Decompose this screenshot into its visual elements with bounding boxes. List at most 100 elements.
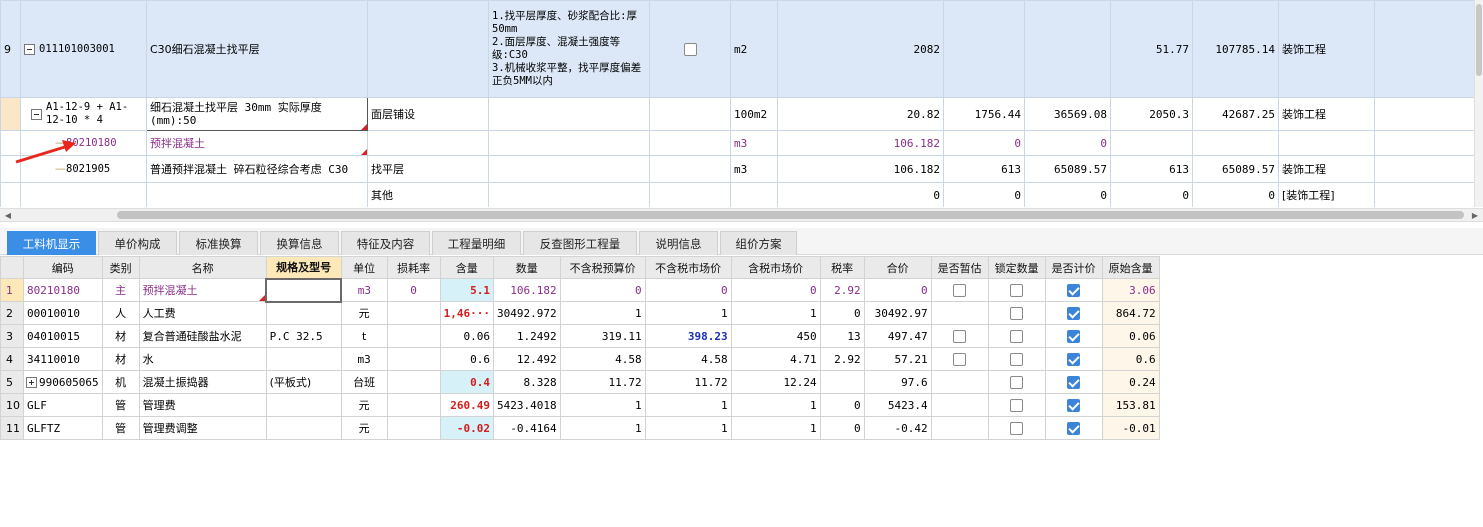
resource-name[interactable]: 复合普通硅酸盐水泥 bbox=[138, 324, 267, 348]
quota-code-cell[interactable]: A1-12-9 + A1-12-10 * 4 bbox=[20, 97, 147, 131]
checkbox-checked-icon[interactable] bbox=[1067, 421, 1081, 435]
priced-checkbox-cell[interactable] bbox=[1044, 278, 1103, 302]
item-checkbox-cell[interactable] bbox=[649, 0, 731, 98]
table-row[interactable]: 9 011101003001 C30细石混凝土找平层 1.找平层厚度、砂浆配合比… bbox=[0, 0, 1475, 98]
resource-tax-rate[interactable]: 13 bbox=[819, 324, 865, 348]
checkbox-icon[interactable] bbox=[1010, 398, 1024, 412]
resource-tax-rate[interactable]: 0 bbox=[819, 301, 865, 325]
resource-spec[interactable] bbox=[265, 301, 342, 325]
table-row[interactable]: A1-12-9 + A1-12-10 * 4 细石混凝土找平层 30mm 实际厚… bbox=[0, 97, 1475, 131]
quota-quantity[interactable]: 20.82 bbox=[777, 97, 944, 131]
priced-checkbox-cell[interactable] bbox=[1044, 301, 1103, 325]
tab-description-info[interactable]: 说明信息 bbox=[639, 231, 718, 255]
checkbox-checked-icon[interactable] bbox=[1067, 306, 1081, 320]
tab-labor-material-machine[interactable]: 工料机显示 bbox=[7, 231, 96, 255]
table-row[interactable]: 其他 0 0 0 0 0 [装饰工程] bbox=[0, 182, 1475, 207]
checkbox-icon[interactable] bbox=[1010, 329, 1024, 343]
resource-loss[interactable] bbox=[386, 324, 441, 348]
table-row[interactable]: —80210180 预拌混凝土 m3 106.182 0 0 bbox=[0, 130, 1475, 156]
resource-loss[interactable]: 0 bbox=[386, 278, 441, 302]
column-header[interactable]: 合价 bbox=[863, 256, 932, 279]
scroll-left-icon[interactable]: ◀ bbox=[2, 210, 14, 221]
column-header[interactable]: 原始含量 bbox=[1101, 256, 1160, 279]
collapse-icon[interactable] bbox=[24, 43, 35, 55]
tab-pricing-scheme[interactable]: 组价方案 bbox=[720, 231, 797, 255]
table-row[interactable]: 3 04010015 材 复合普通硅酸盐水泥 P.C 32.5 t 0.06 1… bbox=[0, 324, 1160, 348]
concrete-code-cell[interactable]: —8021905 bbox=[20, 155, 147, 183]
estimate-checkbox-cell[interactable] bbox=[930, 324, 989, 348]
resource-content[interactable]: -0.02 bbox=[439, 416, 494, 440]
other-spec[interactable]: 其他 bbox=[367, 182, 489, 207]
material-name[interactable]: 预拌混凝土 bbox=[146, 130, 368, 156]
resource-tax-rate[interactable]: 2.92 bbox=[819, 347, 865, 371]
horizontal-scrollbar[interactable]: ◀ ▶ bbox=[0, 208, 1483, 222]
concrete-spec[interactable]: 找平层 bbox=[367, 155, 489, 183]
checkbox-checked-icon[interactable] bbox=[1067, 375, 1081, 389]
resource-market-price[interactable]: 1 bbox=[644, 393, 732, 417]
item-name[interactable]: C30细石混凝土找平层 bbox=[146, 0, 368, 98]
scrollbar-thumb[interactable] bbox=[1476, 4, 1482, 76]
priced-checkbox-cell[interactable] bbox=[1044, 416, 1103, 440]
priced-checkbox-cell[interactable] bbox=[1044, 393, 1103, 417]
resource-name[interactable]: 水 bbox=[138, 347, 267, 371]
concrete-name[interactable]: 普通预拌混凝土 碎石粒径综合考虑 C30 bbox=[146, 155, 368, 183]
lock-checkbox-cell[interactable] bbox=[987, 278, 1046, 302]
column-header[interactable]: 编码 bbox=[23, 256, 103, 279]
checkbox-icon[interactable] bbox=[953, 329, 967, 343]
resource-market-price[interactable]: 0 bbox=[644, 278, 732, 302]
resource-tax-market-price[interactable]: 4.71 bbox=[730, 347, 821, 371]
column-header[interactable]: 是否计价 bbox=[1044, 256, 1103, 279]
resource-code-cell[interactable]: 990605065 bbox=[23, 370, 103, 394]
item-feature[interactable]: 1.找平层厚度、砂浆配合比:厚50mm 2.面层厚度、混凝土强度等级:C30 3… bbox=[488, 0, 650, 98]
checkbox-icon[interactable] bbox=[1010, 421, 1024, 435]
estimate-checkbox-cell[interactable] bbox=[930, 347, 989, 371]
lock-checkbox-cell[interactable] bbox=[987, 393, 1046, 417]
resource-tax-market-price[interactable]: 1 bbox=[730, 301, 821, 325]
item-quantity[interactable]: 2082 bbox=[777, 0, 944, 98]
column-header[interactable]: 含量 bbox=[439, 256, 494, 279]
resource-code[interactable]: 04010015 bbox=[23, 324, 103, 348]
estimate-checkbox-cell[interactable] bbox=[930, 278, 989, 302]
resource-name[interactable]: 管理费调整 bbox=[138, 416, 267, 440]
scrollbar-thumb[interactable] bbox=[117, 211, 1464, 219]
column-header[interactable]: 不含税预算价 bbox=[559, 256, 646, 279]
tab-standard-conversion[interactable]: 标准换算 bbox=[179, 231, 258, 255]
column-header[interactable]: 不含税市场价 bbox=[644, 256, 732, 279]
vertical-scrollbar[interactable] bbox=[1474, 0, 1483, 207]
column-header[interactable]: 损耗率 bbox=[386, 256, 441, 279]
column-header[interactable]: 是否暂估 bbox=[930, 256, 989, 279]
item-code-cell[interactable]: 011101003001 bbox=[20, 0, 147, 98]
checkbox-checked-icon[interactable] bbox=[1067, 398, 1081, 412]
resource-name[interactable]: 管理费 bbox=[138, 393, 267, 417]
column-header[interactable]: 税率 bbox=[819, 256, 865, 279]
resource-loss[interactable] bbox=[386, 347, 441, 371]
resource-spec[interactable] bbox=[265, 393, 342, 417]
priced-checkbox-cell[interactable] bbox=[1044, 370, 1103, 394]
resource-content[interactable]: 1,46··· bbox=[439, 301, 494, 325]
priced-checkbox-cell[interactable] bbox=[1044, 347, 1103, 371]
expand-icon[interactable] bbox=[26, 377, 37, 388]
resource-loss[interactable] bbox=[386, 370, 441, 394]
resource-market-price[interactable]: 398.23 bbox=[644, 324, 732, 348]
resource-content[interactable]: 0.4 bbox=[439, 370, 494, 394]
column-header[interactable]: 锁定数量 bbox=[987, 256, 1046, 279]
checkbox-icon[interactable] bbox=[1010, 352, 1024, 366]
tab-reverse-graphic-quantity[interactable]: 反查图形工程量 bbox=[523, 231, 637, 255]
checkbox-checked-icon[interactable] bbox=[1067, 283, 1081, 297]
table-row[interactable]: —8021905 普通预拌混凝土 碎石粒径综合考虑 C30 找平层 m3 106… bbox=[0, 155, 1475, 183]
checkbox-icon[interactable] bbox=[683, 42, 697, 56]
checkbox-checked-icon[interactable] bbox=[1067, 329, 1081, 343]
resource-tax-rate[interactable]: 0 bbox=[819, 416, 865, 440]
resource-tax-rate[interactable]: 2.92 bbox=[819, 278, 865, 302]
checkbox-icon[interactable] bbox=[953, 352, 967, 366]
lock-checkbox-cell[interactable] bbox=[987, 370, 1046, 394]
column-header[interactable]: 单位 bbox=[340, 256, 388, 279]
table-row[interactable]: 2 00010010 人 人工费 元 1,46··· 30492.972 1 1… bbox=[0, 301, 1160, 325]
table-row[interactable]: 4 34110010 材 水 m3 0.6 12.492 4.58 4.58 4… bbox=[0, 347, 1160, 371]
lock-checkbox-cell[interactable] bbox=[987, 324, 1046, 348]
material-code-cell[interactable]: —80210180 bbox=[20, 130, 147, 156]
table-row[interactable]: 11 GLFTZ 管 管理费调整 元 -0.02 -0.4164 1 1 1 0… bbox=[0, 416, 1160, 440]
checkbox-icon[interactable] bbox=[1010, 306, 1024, 320]
tab-features-content[interactable]: 特征及内容 bbox=[341, 231, 430, 255]
resource-spec[interactable]: (平板式) bbox=[265, 370, 342, 394]
